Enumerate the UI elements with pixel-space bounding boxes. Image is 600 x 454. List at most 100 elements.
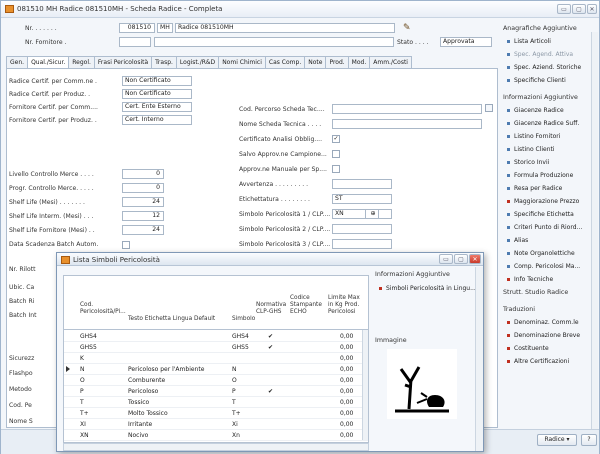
popup-maximize-button[interactable]: ▢: [454, 254, 468, 264]
popup-close-button[interactable]: ✕: [469, 254, 481, 264]
numeric-field-label: Shelf Life (Mesi) . . . . . . .: [9, 199, 85, 206]
popup-side-scrollbar[interactable]: [475, 267, 483, 451]
help-button[interactable]: ?: [581, 434, 597, 446]
right-section-traduzioni: Traduzioni: [503, 306, 536, 313]
tab-4[interactable]: Trasp.: [151, 56, 177, 68]
minimize-button[interactable]: ▭: [557, 4, 571, 14]
right-link[interactable]: Altre Certificazioni: [507, 358, 569, 365]
right-link[interactable]: Specifiche Clienti: [507, 77, 566, 84]
col-cod: Cod. Pericolosità/Pi...: [80, 302, 126, 315]
right-link[interactable]: Alias: [507, 237, 528, 244]
right-link[interactable]: Maggiorazione Prezzo: [507, 198, 579, 205]
right-link[interactable]: Info Tecniche: [507, 276, 553, 283]
nr-description-input[interactable]: Radice 081510MH: [175, 23, 395, 33]
left-field-value[interactable]: Non Certificato: [122, 89, 192, 99]
right-link[interactable]: Formula Produzione: [507, 172, 573, 179]
mid-field-label: Simbolo Pericolosità 3 / CLP....: [239, 241, 331, 248]
right-link[interactable]: Denominaz. Comm.le: [507, 319, 579, 326]
data-scadenza-label: Data Scadenza Batch Autom.: [9, 241, 99, 248]
table-row[interactable]: T+ Molto Tossico T+ 0,00: [64, 408, 368, 419]
numeric-field-value[interactable]: 24: [122, 225, 164, 235]
nr-input[interactable]: 081510: [119, 23, 155, 33]
table-row[interactable]: GHS4 GHS4 ✔ 0,00: [64, 331, 368, 342]
close-button[interactable]: ✕: [587, 4, 597, 14]
table-row[interactable]: T Tossico T 0,00: [64, 397, 368, 408]
right-link[interactable]: Giacenze Radice Suff.: [507, 120, 579, 127]
mid-field-input[interactable]: ST: [332, 194, 392, 204]
nr-code-input[interactable]: MH: [157, 23, 173, 33]
numeric-field-value[interactable]: 0: [122, 183, 164, 193]
right-link[interactable]: Storico Invii: [507, 159, 549, 166]
tab-10[interactable]: Mod.: [347, 56, 371, 68]
tab-1[interactable]: Qual./Sicur.: [27, 56, 70, 68]
right-link[interactable]: Specifiche Etichetta: [507, 211, 574, 218]
table-row[interactable]: O Comburente O 0,00: [64, 375, 368, 386]
fornitore-name-input[interactable]: [154, 37, 394, 47]
table-row[interactable]: XN Nocivo Xn 0,00: [64, 430, 368, 441]
numeric-field-value[interactable]: 24: [122, 197, 164, 207]
right-link[interactable]: Costituente: [507, 345, 549, 352]
numeric-field-value[interactable]: 0: [122, 169, 164, 179]
mid-field-input[interactable]: [332, 224, 392, 234]
mid-field-input[interactable]: [332, 104, 482, 114]
table-row[interactable]: P Pericoloso P ✔ 0,00: [64, 386, 368, 397]
popup-app-icon: [61, 256, 70, 264]
symbol-lookup-button[interactable]: ⊕: [365, 209, 379, 219]
data-scadenza-checkbox[interactable]: [122, 241, 130, 249]
mid-field-input[interactable]: [332, 119, 482, 129]
cell-limite: 0,00: [340, 377, 354, 384]
tab-0[interactable]: Gen.: [6, 56, 29, 68]
table-row[interactable]: XI Irritante Xi 0,00: [64, 419, 368, 430]
table-row[interactable]: N Pericoloso per l'Ambiente N 0,00: [64, 364, 368, 375]
right-link[interactable]: Listino Clienti: [507, 146, 555, 153]
tab-6[interactable]: Nomi Chimici: [218, 56, 266, 68]
table-hscrollbar[interactable]: [63, 443, 369, 451]
mid-field-label: Avvertenza . . . . . . . . .: [239, 181, 309, 188]
tab-5[interactable]: Logist./R&D: [175, 56, 220, 68]
fornitore-input[interactable]: [119, 37, 151, 47]
tab-9[interactable]: Prod.: [325, 56, 349, 68]
right-link[interactable]: Criteri Punto di Riord...: [507, 224, 582, 231]
truncated-field-label: Flashpo: [9, 370, 33, 377]
mid-field-checkbox[interactable]: ✓: [332, 135, 340, 143]
right-link[interactable]: Resa per Radice: [507, 185, 562, 192]
right-link-label: Costituente: [514, 345, 549, 352]
right-link[interactable]: Comp. Pericolosi Ma...: [507, 263, 580, 270]
numeric-field-value[interactable]: 12: [122, 211, 164, 221]
truncated-field-label: Nr. Rilott: [9, 266, 36, 273]
tab-8[interactable]: Note: [304, 56, 327, 68]
mid-field-input[interactable]: [332, 179, 392, 189]
tab-2[interactable]: Regol.: [68, 56, 95, 68]
left-field-value[interactable]: Cert. Ente Esterno: [122, 102, 192, 112]
table-row[interactable]: GHS5 GHS5 ✔ 0,00: [64, 342, 368, 353]
bullet-icon: [507, 40, 510, 43]
mid-field-checkbox[interactable]: [332, 150, 340, 158]
table-scrollbar[interactable]: [362, 330, 368, 440]
right-link[interactable]: Listino Fornitori: [507, 133, 560, 140]
edit-pencil-icon[interactable]: ✎: [403, 23, 411, 33]
table-row[interactable]: K 0,00: [64, 353, 368, 364]
left-field-value[interactable]: Non Certificato: [122, 76, 192, 86]
bullet-icon: [379, 287, 382, 290]
maximize-button[interactable]: ▢: [572, 4, 586, 14]
right-link[interactable]: Note Organolettiche: [507, 250, 575, 257]
assist-button[interactable]: [485, 104, 493, 112]
mid-field-input[interactable]: XN: [332, 209, 392, 219]
mid-field-checkbox[interactable]: [332, 165, 340, 173]
tab-3[interactable]: Frasi Pericolosità: [93, 56, 153, 68]
radice-button[interactable]: Radice ▾: [537, 434, 577, 446]
tab-7[interactable]: Cas Comp.: [264, 56, 306, 68]
left-field-value[interactable]: Cert. Interno: [122, 115, 192, 125]
stato-input[interactable]: Approvata: [440, 37, 492, 47]
right-panel-scrollbar[interactable]: [591, 32, 598, 429]
popup-minimize-button[interactable]: ▭: [439, 254, 453, 264]
right-link[interactable]: Denominazione Breve: [507, 332, 580, 339]
mid-field-input[interactable]: [332, 239, 392, 249]
right-link[interactable]: Spec. Aziend. Storiche: [507, 64, 581, 71]
right-link[interactable]: Lista Articoli: [507, 38, 551, 45]
col-normativa: Normativa CLP-GHS: [256, 302, 287, 315]
right-link[interactable]: Giacenze Radice: [507, 107, 564, 114]
cell-cod: P: [80, 388, 84, 395]
popup-side-link[interactable]: Simboli Pericolosità in Lingu...: [379, 285, 476, 292]
tab-11[interactable]: Amm./Costi: [369, 56, 412, 68]
